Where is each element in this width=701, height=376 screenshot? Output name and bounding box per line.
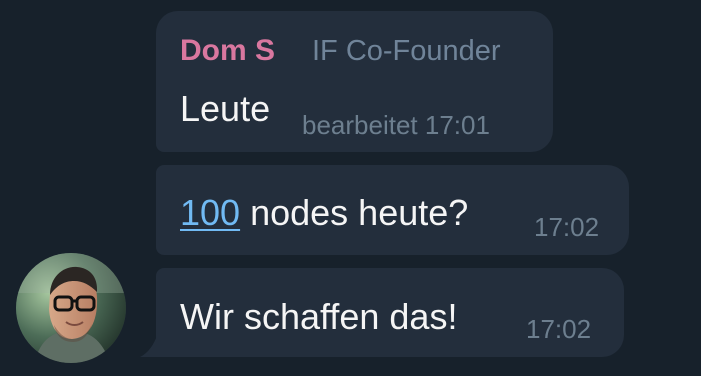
bubble-tail xyxy=(140,333,158,357)
message-text: 100 nodes heute? xyxy=(180,191,468,235)
message-bubble[interactable]: Dom S IF Co-Founder Leute bearbeitet 17:… xyxy=(156,11,553,152)
message-time: 17:02 xyxy=(526,314,592,344)
avatar[interactable] xyxy=(16,253,126,363)
message-time: 17:01 xyxy=(424,110,490,140)
message-meta: bearbeitet 17:01 xyxy=(302,108,490,142)
message-text: Wir schaffen das! xyxy=(180,296,458,337)
message-time: 17:02 xyxy=(534,212,600,242)
sender-title: IF Co-Founder xyxy=(312,35,501,67)
sender-name[interactable]: Dom S xyxy=(180,31,275,71)
message-link[interactable]: 100 xyxy=(180,192,240,233)
edited-label: bearbeitet xyxy=(302,110,418,140)
message-text-after-link: nodes heute? xyxy=(240,192,469,233)
user-avatar-icon xyxy=(16,253,126,363)
message-text: Leute xyxy=(180,88,271,129)
message-bubble[interactable]: Wir schaffen das! 17:02 xyxy=(156,268,624,357)
message-bubble[interactable]: 100 nodes heute? 17:02 xyxy=(156,165,629,255)
